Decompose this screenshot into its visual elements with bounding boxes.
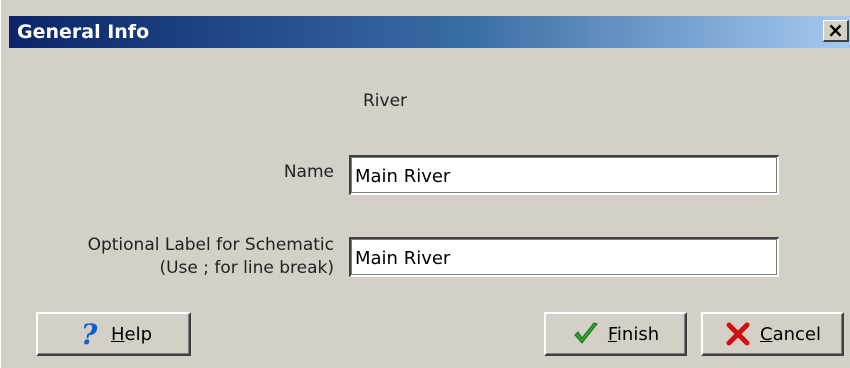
cancel-button[interactable]: Cancel xyxy=(701,312,844,356)
title-bar[interactable]: General Info × xyxy=(9,16,850,48)
object-type-label: River xyxy=(363,91,408,111)
cancel-button-label: Cancel xyxy=(760,323,821,345)
close-button[interactable]: × xyxy=(823,20,849,42)
general-info-dialog: General Info × River Name Optional Label… xyxy=(0,0,850,368)
name-input[interactable] xyxy=(349,155,779,195)
close-icon: × xyxy=(827,18,844,42)
finish-button-label: Finish xyxy=(607,323,660,345)
name-label: Name xyxy=(283,162,334,182)
schematic-label-input[interactable] xyxy=(349,237,779,277)
finish-button[interactable]: Finish xyxy=(544,312,687,356)
red-x-icon xyxy=(726,322,750,346)
dialog-title: General Info xyxy=(17,21,150,43)
help-button[interactable]: ? Help xyxy=(36,312,191,356)
optional-label-line2: (Use ; for line break) xyxy=(159,258,334,278)
question-mark-icon: ? xyxy=(81,320,98,348)
optional-label-line1: Optional Label for Schematic xyxy=(87,235,334,255)
checkmark-icon xyxy=(574,322,598,344)
help-button-label: Help xyxy=(110,323,153,345)
svg-text:?: ? xyxy=(81,320,98,348)
optional-label-caption: Optional Label for Schematic (Use ; for … xyxy=(88,234,334,280)
